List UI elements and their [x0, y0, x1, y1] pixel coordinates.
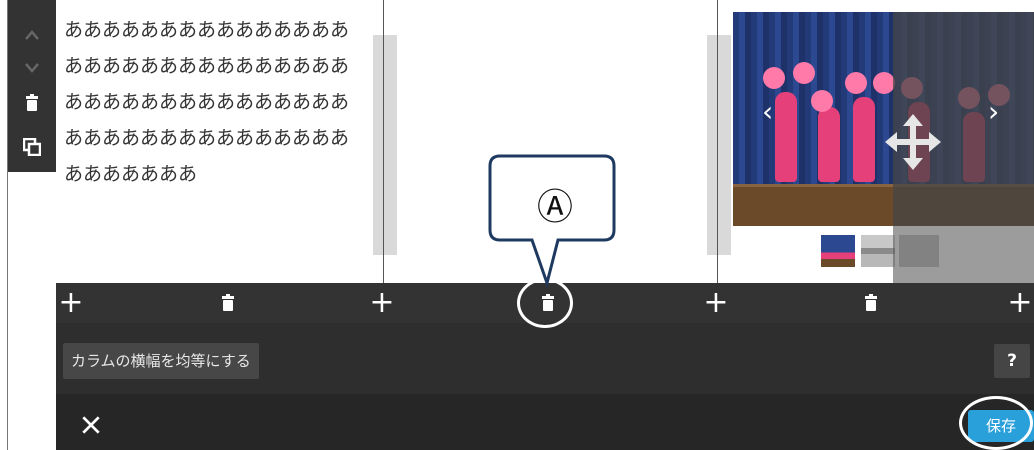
annotation-label: Ⓐ: [536, 187, 573, 228]
move-down-button[interactable]: [8, 53, 56, 83]
column-divider-1: [383, 0, 384, 283]
thumbnail-overlay: [893, 226, 1034, 283]
slider-thumbnail-2[interactable]: [861, 235, 895, 267]
equal-width-button[interactable]: カラムの横幅を均等にする: [63, 343, 259, 379]
photo-figure: [853, 97, 875, 182]
delete-column-button[interactable]: [213, 283, 243, 323]
page-margin: [0, 0, 7, 450]
column-1-text[interactable]: ああああああああああああああああああああああああああああああああああああああああ…: [64, 12, 364, 192]
close-icon[interactable]: [80, 414, 102, 436]
add-column-button[interactable]: +: [56, 283, 86, 323]
photo-figure: [818, 107, 840, 182]
move-icon[interactable]: [885, 114, 941, 170]
photo-pompom: [793, 62, 815, 84]
chevron-down-icon: [25, 63, 39, 73]
photo-pompom: [873, 72, 895, 94]
photo-pompom: [845, 72, 867, 94]
add-column-button[interactable]: +: [1006, 283, 1034, 323]
duplicate-block-button[interactable]: [8, 132, 56, 162]
trash-icon: [26, 94, 38, 111]
chevron-up-icon: [25, 30, 39, 40]
save-highlight-ring: [959, 396, 1033, 450]
duplicate-icon: [23, 138, 41, 156]
slider-next-button[interactable]: ›: [988, 95, 999, 128]
photo-figure: [775, 92, 797, 182]
slider-thumbnail-1[interactable]: [821, 235, 855, 267]
trash-icon: [865, 294, 877, 311]
column-resize-handle-2[interactable]: [707, 35, 731, 255]
column-divider-2: [717, 0, 718, 283]
block-toolbar: [8, 0, 56, 172]
add-column-button[interactable]: +: [701, 283, 731, 323]
plus-icon: +: [369, 285, 395, 320]
photo-pompom: [763, 67, 785, 89]
column-resize-handle-1[interactable]: [373, 35, 397, 255]
photo-pompom: [811, 90, 833, 112]
move-up-button[interactable]: [8, 20, 56, 50]
plus-icon: +: [1007, 285, 1033, 320]
delete-block-button[interactable]: [8, 88, 56, 118]
plus-icon: +: [58, 285, 84, 320]
add-column-button[interactable]: +: [367, 283, 397, 323]
help-button[interactable]: ?: [994, 344, 1030, 378]
plus-icon: +: [703, 285, 729, 320]
slider-prev-button[interactable]: ‹: [762, 95, 773, 128]
trash-icon: [222, 294, 234, 311]
editor-footer: [56, 394, 1034, 450]
delete-column-button[interactable]: [856, 283, 886, 323]
